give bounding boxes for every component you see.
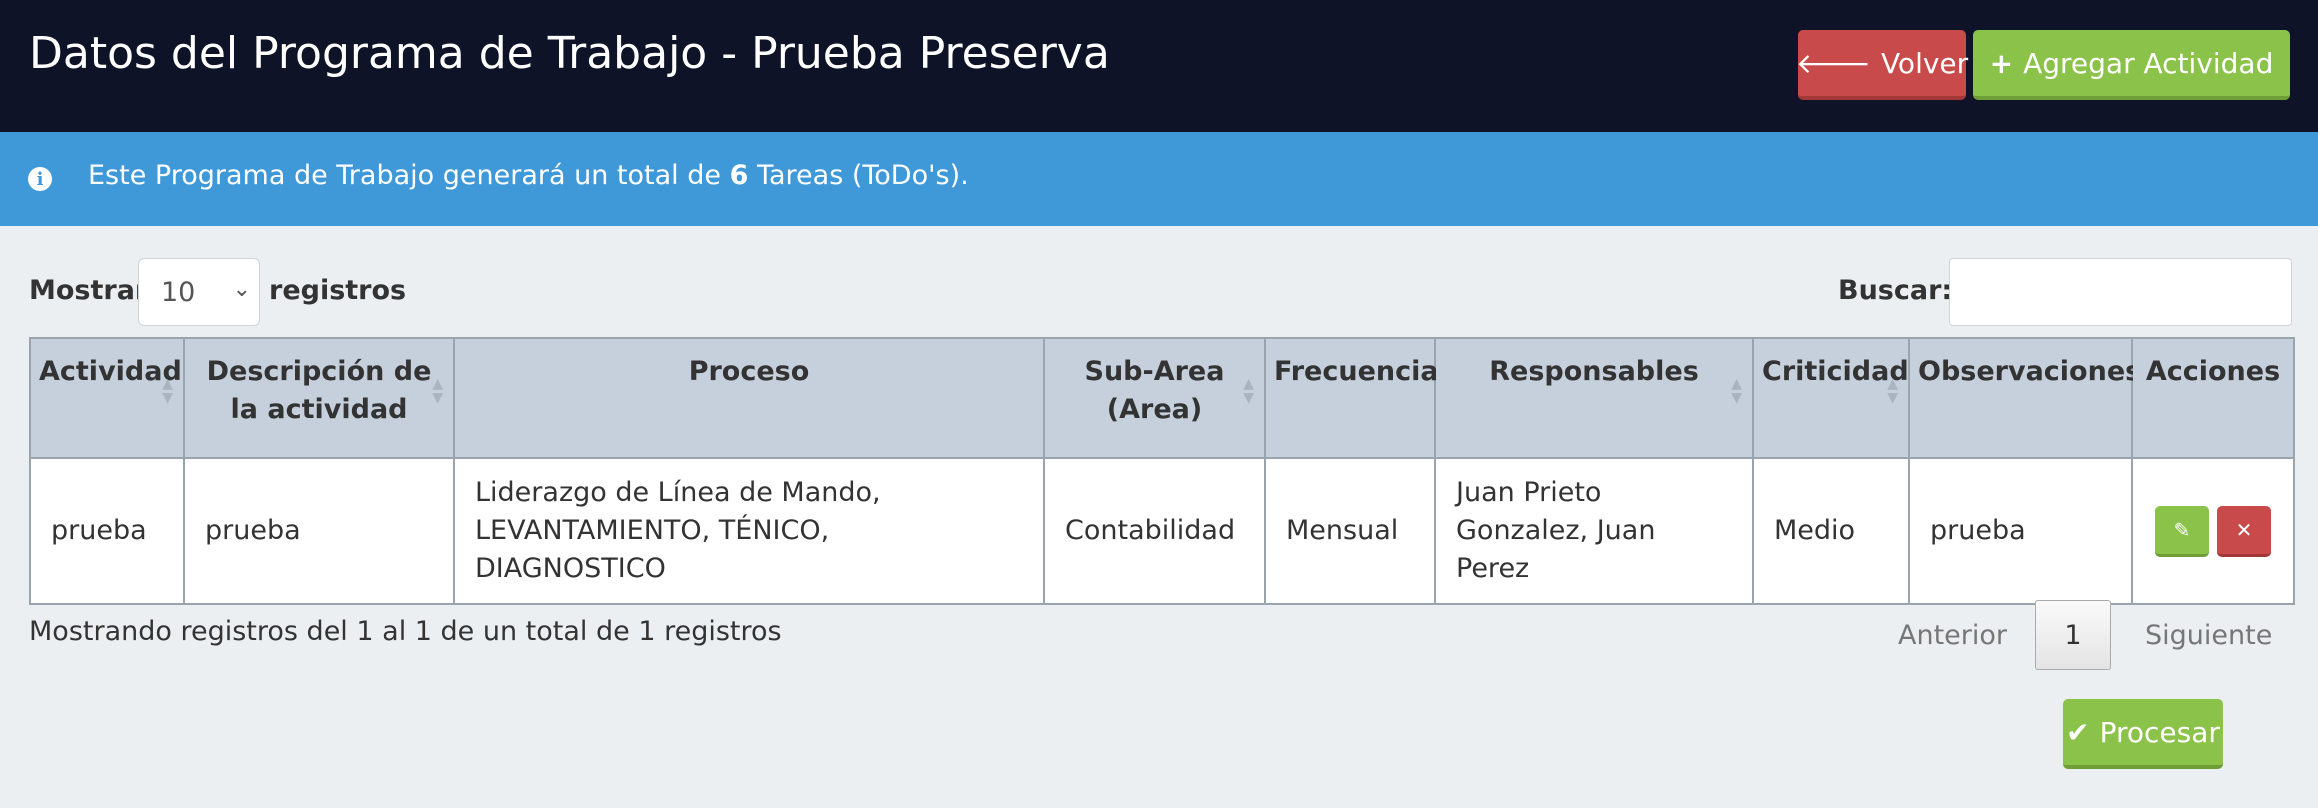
delete-button[interactable]: ✕ bbox=[2217, 505, 2271, 557]
length-label-after: registros bbox=[269, 275, 407, 306]
header-frecuencia[interactable]: Frecuencia bbox=[1264, 337, 1439, 459]
info-prefix: Este Programa de Trabajo generará un tot… bbox=[88, 160, 721, 191]
times-icon: ✕ bbox=[2235, 517, 2253, 542]
page-header: Datos del Programa de Trabajo - Prueba P… bbox=[0, 0, 2318, 132]
header-responsables[interactable]: Responsables ▲ ▼ bbox=[1434, 337, 1754, 459]
cell-descripcion: prueba bbox=[183, 457, 455, 605]
add-activity-button[interactable]: + Agregar Actividad bbox=[1973, 30, 2290, 100]
header-observaciones[interactable]: Observaciones bbox=[1908, 337, 2141, 459]
page-length-select[interactable]: 10 ⌄ bbox=[138, 258, 260, 326]
info-circle-icon: i bbox=[28, 167, 52, 191]
header-actividad[interactable]: Actividad ▲ ▼ bbox=[29, 337, 185, 459]
search-input[interactable] bbox=[1949, 258, 2292, 326]
search-label: Buscar: bbox=[1838, 275, 1953, 306]
cell-criticidad: Medio bbox=[1752, 457, 1910, 605]
chevron-down-icon: ⌄ bbox=[232, 277, 251, 302]
sort-icon: ▲ ▼ bbox=[1887, 376, 1898, 406]
pencil-icon: ✎ bbox=[2173, 517, 2191, 542]
table-row: prueba prueba Liderazgo de Línea de Mand… bbox=[29, 457, 2295, 605]
cell-actividad: prueba bbox=[29, 457, 185, 605]
sort-icon: ▲ ▼ bbox=[1731, 376, 1742, 406]
process-button[interactable]: ✔ Procesar bbox=[2063, 699, 2223, 769]
sort-icon: ▲ ▼ bbox=[432, 376, 443, 406]
back-button[interactable]: 🡐 Volver bbox=[1795, 30, 1969, 100]
sort-icon: ▲ ▼ bbox=[162, 376, 173, 406]
cell-observaciones: prueba bbox=[1908, 457, 2133, 605]
sort-icon: ▲ ▼ bbox=[1243, 376, 1254, 406]
header-acciones: Acciones bbox=[2131, 337, 2295, 459]
add-activity-label: Agregar Actividad bbox=[2023, 46, 2274, 80]
cell-subarea: Contabilidad bbox=[1043, 457, 1266, 605]
plus-icon: + bbox=[1989, 46, 2014, 80]
table-header-row: Actividad ▲ ▼ Descripción de la actividad ▲… bbox=[29, 337, 2295, 459]
arrow-left-icon: 🡐 bbox=[1795, 47, 1871, 80]
info-banner: i Este Programa de Trabajo generará un t… bbox=[0, 132, 2318, 226]
cell-proceso: Liderazgo de Línea de Mando, LEVANTAMIEN… bbox=[453, 457, 1045, 605]
edit-button[interactable]: ✎ bbox=[2155, 505, 2209, 557]
check-icon: ✔ bbox=[2066, 715, 2090, 749]
cell-frecuencia: Mensual bbox=[1264, 457, 1436, 605]
cell-responsables: Juan Prieto Gonzalez, Juan Perez bbox=[1434, 457, 1754, 605]
header-descripcion[interactable]: Descripción de la actividad ▲ ▼ bbox=[183, 337, 455, 459]
pagination-next[interactable]: Siguiente bbox=[2145, 620, 2272, 651]
pagination-page-1[interactable]: 1 bbox=[2035, 600, 2111, 670]
pagination-previous[interactable]: Anterior bbox=[1898, 620, 2007, 651]
length-label-before: Mostrar bbox=[29, 275, 149, 306]
cell-acciones: ✎ ✕ bbox=[2131, 457, 2295, 605]
task-count: 6 bbox=[729, 160, 749, 191]
header-proceso[interactable]: Proceso bbox=[453, 337, 1045, 459]
back-button-label: Volver bbox=[1880, 46, 1969, 80]
table-info: Mostrando registros del 1 al 1 de un tot… bbox=[29, 616, 782, 647]
page-title: Datos del Programa de Trabajo - Prueba P… bbox=[29, 28, 1110, 79]
activities-table: Actividad ▲ ▼ Descripción de la actividad ▲… bbox=[29, 337, 2295, 605]
page-length-value: 10 bbox=[161, 276, 196, 308]
process-button-label: Procesar bbox=[2099, 715, 2220, 749]
header-criticidad[interactable]: Criticidad ▲ ▼ bbox=[1752, 337, 1910, 459]
info-message: Este Programa de Trabajo generará un tot… bbox=[88, 160, 969, 191]
header-subarea[interactable]: Sub-Area (Area) ▲ ▼ bbox=[1043, 337, 1266, 459]
info-suffix: Tareas (ToDo's). bbox=[756, 160, 969, 191]
